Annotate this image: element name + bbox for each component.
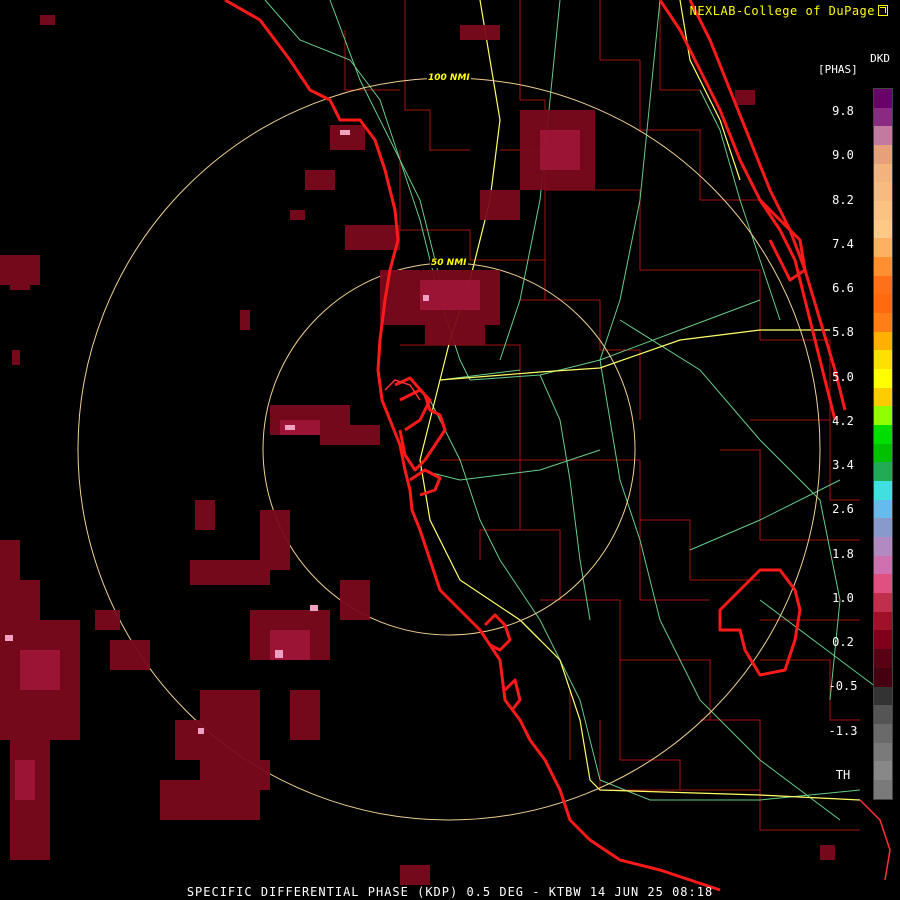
external-link-icon[interactable] [878,5,888,16]
color-scale-swatch [874,89,892,108]
legend-unit: [PHAS] [818,63,858,76]
color-scale-swatch [874,350,892,370]
color-scale-swatch [874,275,892,295]
product-info-footer: SPECIFIC DIFFERENTIAL PHASE (KDP) 0.5 DE… [186,885,714,899]
color-scale-swatch [874,537,892,556]
color-scale-swatch [874,425,892,444]
color-scale-swatch [874,705,892,724]
color-scale-swatch [874,593,892,612]
color-scale-swatch [874,257,892,276]
radar-echoes [0,15,835,885]
color-scale-swatch [874,182,892,202]
color-scale-label: 1.0 [832,590,854,605]
color-scale-label: 2.6 [832,502,854,517]
color-scale-label: 9.8 [832,104,854,118]
color-scale-label: 6.6 [832,281,854,296]
color-scale-swatch [874,126,892,146]
color-scale-swatch [874,107,892,127]
color-scale-swatch [874,649,892,668]
color-scale-swatch [874,742,892,762]
color-scale-swatch [874,761,892,780]
color-scale-swatch [874,481,892,500]
color-scale-swatch [874,611,892,631]
color-scale-swatch [874,163,892,183]
color-scale-bar [873,88,893,800]
color-scale-swatch [874,574,892,594]
color-scale-label: 5.0 [832,369,854,384]
color-scale-label: TH [835,768,851,782]
color-scale-swatch [874,667,892,687]
color-scale-label: 8.2 [832,192,854,207]
color-scale-swatch [874,313,892,332]
color-scale-label: 3.4 [832,458,854,473]
color-scale-swatch [874,219,892,239]
color-scale-swatch [874,686,892,706]
color-scale-swatch [874,499,892,519]
color-scale-label: -1.3 [828,723,858,738]
bay-outline [384,379,891,881]
color-scale-label: 5.8 [832,325,854,340]
color-scale-swatch [874,555,892,575]
color-scale-swatch [874,779,892,799]
radar-display: 100 NMI 50 NMI NEXLAB-College of DuPage … [0,0,900,900]
ring-label-100-nmi: 100 NMI [427,73,471,83]
color-scale-swatch [874,406,892,426]
color-scale-swatch [874,630,892,650]
color-scale-swatch [874,518,892,538]
color-scale-label: 0.2 [832,635,854,650]
credit-text: NEXLAB-College of DuPage [689,4,875,18]
color-scale-swatch [874,369,892,388]
color-scale-swatch [874,462,892,482]
color-scale-swatch [874,294,892,314]
color-scale-swatch [874,145,892,164]
color-scale-swatch [874,723,892,743]
color-scale-swatch [874,201,892,220]
color-scale-label: 7.4 [832,236,854,251]
credit-label: NEXLAB-College of DuPage [690,4,888,18]
legend-product-code: DKD [870,52,890,65]
color-scale-label: 9.0 [832,148,854,163]
radar-map [0,0,891,892]
color-scale-label: 4.2 [832,413,854,428]
ring-label-50-nmi: 50 NMI [430,258,468,268]
color-scale-swatch [874,238,892,258]
color-scale-swatch [874,331,892,351]
color-scale-label: -0.5 [828,679,858,694]
color-scale-swatch [874,387,892,407]
color-scale-swatch [874,443,892,463]
color-scale-labels: 9.8 9.0 8.2 7.4 6.6 5.8 5.0 4.2 3.4 2.6 1.8 1.0 0.2 -… [818,88,868,800]
legend-title: DKD [PHAS] [818,52,890,75]
color-scale-label: 1.8 [832,546,854,561]
